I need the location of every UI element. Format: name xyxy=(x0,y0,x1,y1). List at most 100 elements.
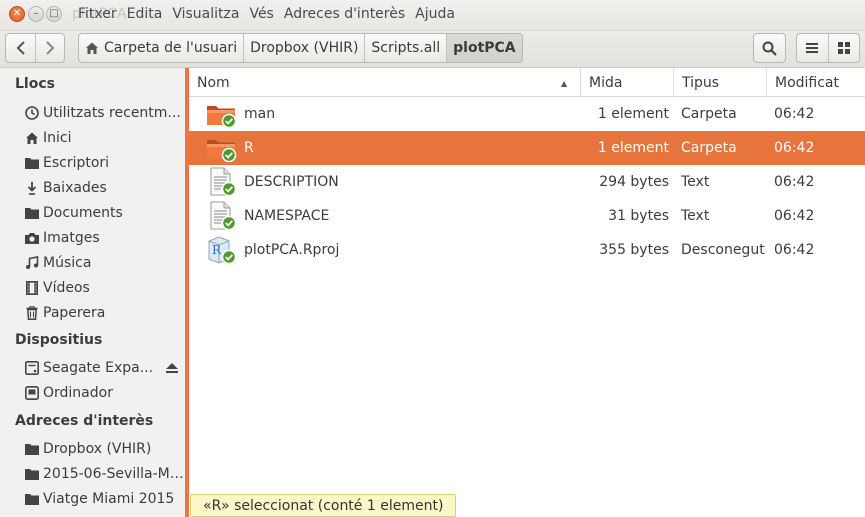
home-icon xyxy=(24,131,39,146)
sidebar-item-label: Imatges xyxy=(43,230,100,246)
menu-help[interactable]: Ajuda xyxy=(415,6,455,22)
breadcrumb-current[interactable]: plotPCA xyxy=(446,34,522,62)
sidebar-item-label: Utilitzats recentm... xyxy=(43,105,181,121)
file-size: 294 bytes xyxy=(599,174,669,190)
film-icon xyxy=(24,281,39,296)
menu-file[interactable]: Fitxer xyxy=(78,6,117,22)
list-icon xyxy=(806,43,819,53)
download-icon xyxy=(24,181,39,196)
sidebar-section-devices: Dispositius xyxy=(15,332,103,348)
column-header: Nom ▲ Mida Tipus Modificat xyxy=(189,68,865,97)
column-size-header[interactable]: Mida xyxy=(580,68,676,97)
search-icon xyxy=(762,41,777,56)
minimize-window-button[interactable]: – xyxy=(28,6,44,22)
search-button[interactable] xyxy=(753,33,786,63)
table-row-selected[interactable]: R 1 element Carpeta 06:42 xyxy=(189,131,865,165)
sidebar-item-label: Viatge Miami 2015 xyxy=(43,491,175,507)
file-modified: 06:42 xyxy=(774,174,815,190)
menu-go[interactable]: Vés xyxy=(249,6,273,22)
sidebar-section-places: Llocs xyxy=(15,76,55,92)
menu-edit[interactable]: Edita xyxy=(127,6,163,22)
forward-button[interactable] xyxy=(35,34,64,62)
music-icon xyxy=(24,256,39,271)
sidebar-item-seagate[interactable]: Seagate Expa... xyxy=(24,357,162,379)
sort-ascending-icon: ▲ xyxy=(561,79,568,88)
sidebar-item-desktop[interactable]: Escriptori xyxy=(24,152,184,174)
trash-icon xyxy=(24,306,39,321)
column-name-label: Nom xyxy=(197,74,230,91)
breadcrumb: Carpeta de l'usuari Dropbox (VHIR) Scrip… xyxy=(78,33,523,63)
list-view-button[interactable] xyxy=(797,34,828,62)
table-row[interactable]: R plotPCA.Rproj 355 bytes Desconegut 06:… xyxy=(189,233,865,267)
sidebar-item-downloads[interactable]: Baixades xyxy=(24,177,184,199)
sidebar-item-videos[interactable]: Vídeos xyxy=(24,277,184,299)
view-options xyxy=(796,33,860,63)
file-list: Nom ▲ Mida Tipus Modificat man 1 element… xyxy=(189,68,865,517)
navigation-buttons xyxy=(5,33,65,63)
sidebar-section-bookmarks: Adreces d'interès xyxy=(15,413,154,429)
sidebar-item-sevilla[interactable]: 2015-06-Sevilla-Me... xyxy=(24,463,184,485)
file-size: 1 element xyxy=(597,140,669,156)
text-file-icon xyxy=(205,165,239,199)
sidebar-item-dropbox[interactable]: Dropbox (VHIR) xyxy=(24,438,184,460)
breadcrumb-scripts[interactable]: Scripts.all xyxy=(364,34,446,62)
breadcrumb-home[interactable]: Carpeta de l'usuari xyxy=(79,34,243,62)
folder-icon xyxy=(24,442,39,457)
file-modified: 06:42 xyxy=(774,242,815,258)
sidebar-item-trash[interactable]: Paperera xyxy=(24,302,184,324)
column-type-header[interactable]: Tipus xyxy=(673,68,768,97)
sidebar-item-home[interactable]: Inici xyxy=(24,127,184,149)
sidebar: Llocs Utilitzats recentm... Inici Escrip… xyxy=(0,68,185,517)
toolbar: Carpeta de l'usuari Dropbox (VHIR) Scrip… xyxy=(0,31,865,68)
folder-icon xyxy=(24,467,39,482)
sidebar-item-label: Dropbox (VHIR) xyxy=(43,441,152,457)
file-type: Carpeta xyxy=(681,106,737,122)
grid-view-button[interactable] xyxy=(827,34,860,62)
file-size: 1 element xyxy=(597,106,669,122)
sidebar-item-label: Inici xyxy=(43,130,72,146)
file-type: Text xyxy=(681,208,710,224)
sidebar-item-documents[interactable]: Documents xyxy=(24,202,184,224)
file-name: NAMESPACE xyxy=(244,208,330,224)
breadcrumb-home-label: Carpeta de l'usuari xyxy=(104,40,238,56)
menu-view[interactable]: Visualitza xyxy=(172,6,239,22)
back-button[interactable] xyxy=(6,34,35,62)
computer-icon xyxy=(24,386,39,401)
folder-icon xyxy=(24,156,39,171)
file-name: DESCRIPTION xyxy=(244,174,339,190)
sidebar-item-label: Documents xyxy=(43,205,123,221)
file-name: R xyxy=(244,140,254,156)
table-row[interactable]: DESCRIPTION 294 bytes Text 06:42 xyxy=(189,165,865,199)
file-name: plotPCA.Rproj xyxy=(244,242,340,258)
table-row[interactable]: NAMESPACE 31 bytes Text 06:42 xyxy=(189,199,865,233)
eject-icon[interactable] xyxy=(165,361,179,375)
sidebar-item-recent[interactable]: Utilitzats recentm... xyxy=(24,102,184,124)
rproj-file-icon: R xyxy=(205,233,239,267)
chevron-left-icon xyxy=(16,41,25,55)
table-row[interactable]: man 1 element Carpeta 06:42 xyxy=(189,97,865,131)
breadcrumb-dropbox[interactable]: Dropbox (VHIR) xyxy=(243,34,364,62)
title-bar: ✕ – □ plotPCA Fitxer Edita Visualitza Vé… xyxy=(0,0,865,31)
file-modified: 06:42 xyxy=(774,208,815,224)
sidebar-item-computer[interactable]: Ordinador xyxy=(24,382,184,404)
sidebar-item-label: Música xyxy=(43,255,92,271)
sidebar-item-label: Vídeos xyxy=(43,280,90,296)
column-modified-header[interactable]: Modificat xyxy=(766,68,865,97)
menu-bar: Fitxer Edita Visualitza Vés Adreces d'in… xyxy=(78,6,465,22)
sidebar-item-pictures[interactable]: Imatges xyxy=(24,227,184,249)
menu-bookmarks[interactable]: Adreces d'interès xyxy=(284,6,405,22)
sidebar-item-music[interactable]: Música xyxy=(24,252,184,274)
folder-icon xyxy=(205,131,239,165)
sidebar-item-label: Baixades xyxy=(43,180,107,196)
sidebar-item-miami[interactable]: Viatge Miami 2015 xyxy=(24,488,184,510)
maximize-window-button[interactable]: □ xyxy=(46,6,62,22)
file-type: Carpeta xyxy=(681,140,737,156)
sidebar-item-label: Escriptori xyxy=(43,155,110,171)
file-name: man xyxy=(244,106,276,122)
close-window-button[interactable]: ✕ xyxy=(9,6,25,22)
folder-icon xyxy=(205,97,239,131)
folder-icon xyxy=(24,206,39,221)
file-modified: 06:42 xyxy=(774,106,815,122)
column-name-header[interactable]: Nom xyxy=(189,68,580,97)
camera-icon xyxy=(24,231,39,246)
